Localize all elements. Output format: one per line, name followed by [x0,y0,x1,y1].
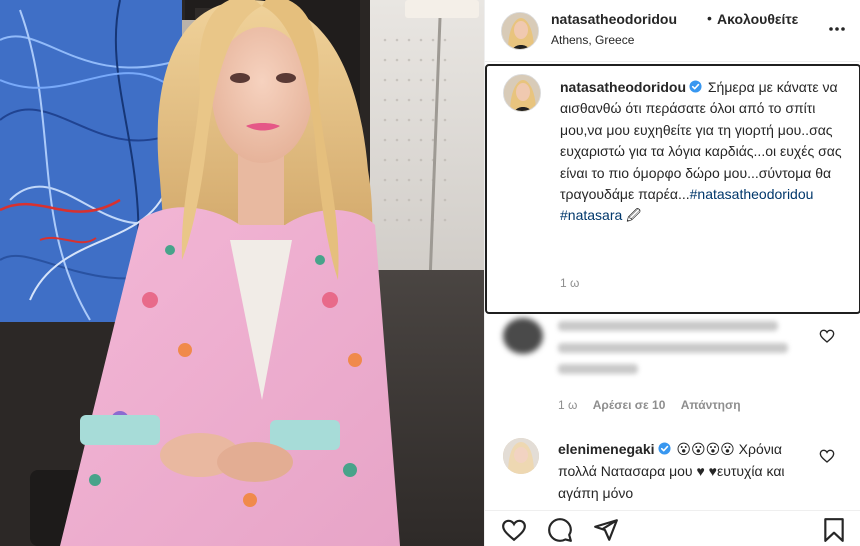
blurred-comment-text [558,321,778,331]
avatar[interactable] [503,438,539,474]
blurred-avatar[interactable] [503,318,543,354]
avatar[interactable] [501,12,539,50]
blurred-comment-text [558,364,638,374]
paper-plane-icon[interactable] [593,517,619,543]
comment-item: 1 ω Αρέσει σε 10 Απάντηση [485,318,860,428]
avatar-image [502,13,538,49]
comment-timestamp[interactable]: 1 ω [558,398,577,412]
comment-item: elenimenegaki 😮😮😮😮 Χρόνια πολλά Νατασαρα… [485,432,860,510]
caption-timestamp[interactable]: 1 ω [560,276,579,290]
comment-icon[interactable] [547,517,573,543]
comment-emojis: 😮😮😮😮 [676,441,735,457]
heart-icon[interactable] [819,448,835,464]
post-side-panel: natasatheodoridou • Ακολουθείτε Athens, … [484,0,860,546]
post-photo [0,0,484,546]
post-author-username[interactable]: natasatheodoridou [551,11,677,27]
caption: natasatheodoridou Σήμερα με κάνατε να αι… [485,64,860,314]
avatar-image [503,438,539,474]
bookmark-icon[interactable] [821,517,847,543]
comment-likes[interactable]: Αρέσει σε 10 [593,398,666,412]
caption-avatar[interactable] [503,74,541,112]
following-button[interactable]: Ακολουθείτε [717,11,798,27]
caption-text: natasatheodoridou Σήμερα με κάνατε να αι… [560,77,850,227]
comment-text: elenimenegaki 😮😮😮😮 Χρόνια πολλά Νατασαρα… [558,438,808,504]
verified-badge-icon [657,442,671,455]
caption-body: Σήμερα με κάνατε να αισθανθώ ότι περάσατ… [560,79,842,203]
post-header: natasatheodoridou • Ακολουθείτε Athens, … [485,0,860,62]
hashtag-link[interactable]: #natasara [560,207,622,223]
comment-username[interactable]: elenimenegaki [558,441,655,457]
post-actions [485,510,860,546]
avatar-image [504,75,540,111]
heart-icon[interactable] [501,517,527,543]
hashtag-link[interactable]: #natasatheodoridou [690,186,814,202]
post-image[interactable] [0,0,484,546]
post-location[interactable]: Athens, Greece [551,33,634,47]
pencil-emoji: 🖉 [626,207,642,224]
heart-icon[interactable] [819,328,835,344]
comment-meta: 1 ω Αρέσει σε 10 Απάντηση [558,398,741,412]
separator-dot: • [707,10,712,26]
caption-username[interactable]: natasatheodoridou [560,79,686,95]
verified-badge-icon [689,80,702,93]
more-options-icon[interactable] [827,19,847,39]
blurred-comment-text [558,343,788,353]
reply-button[interactable]: Απάντηση [681,398,741,412]
